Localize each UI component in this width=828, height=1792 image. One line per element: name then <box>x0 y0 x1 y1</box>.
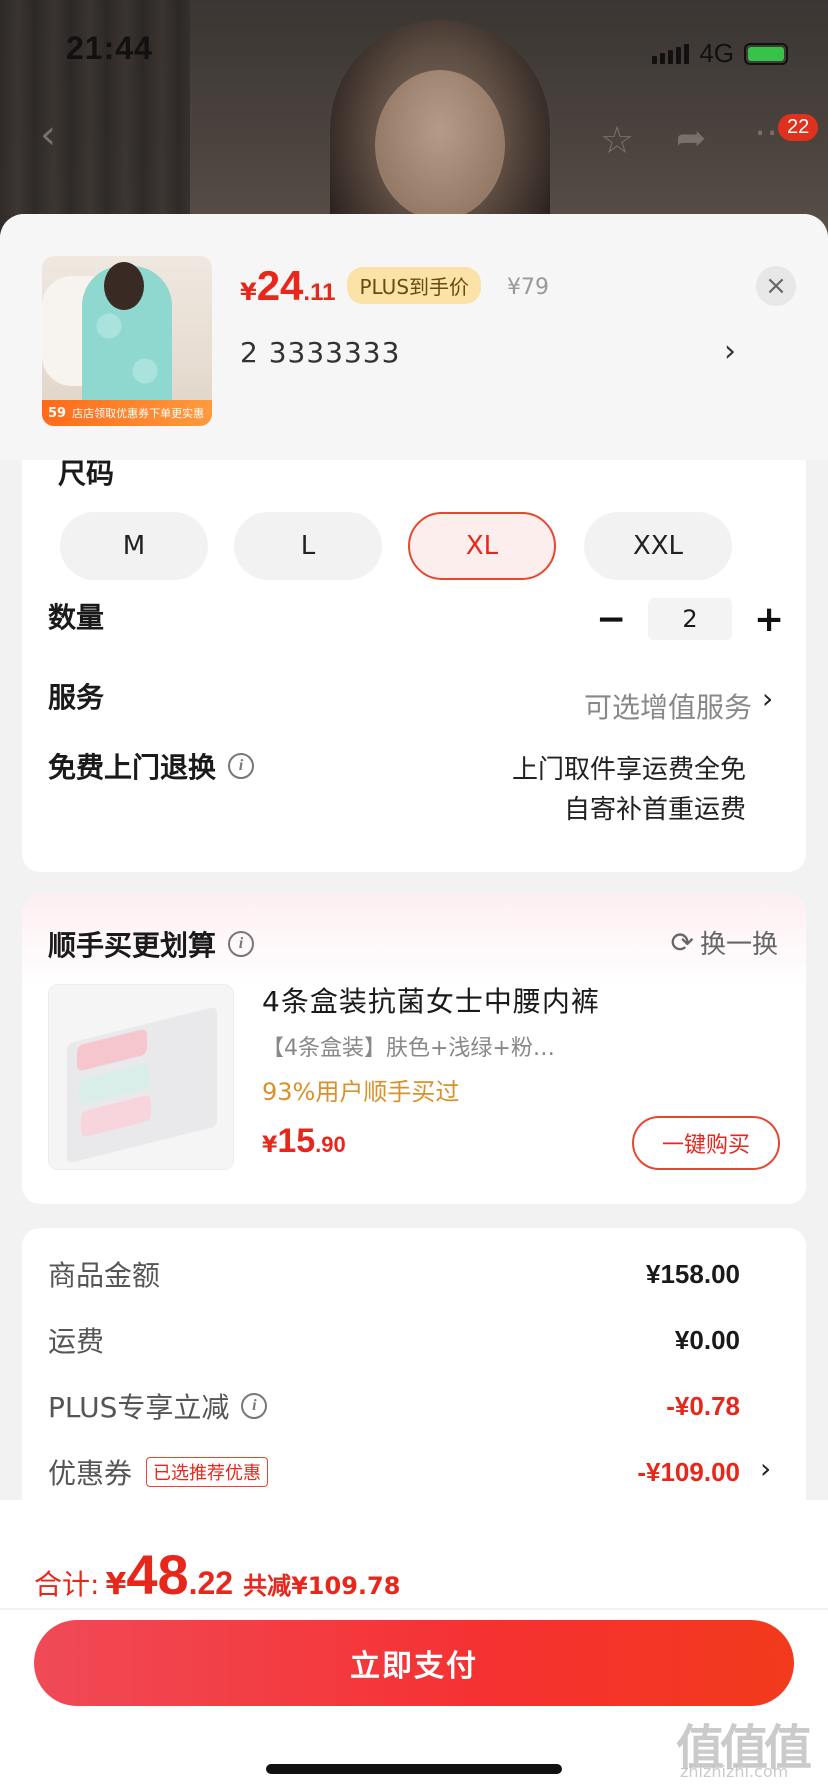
watermark-url: zhizhizhi.com <box>680 1762 789 1781</box>
quantity-stepper: − 2 + <box>596 598 784 640</box>
upsell-product-image[interactable] <box>48 984 234 1170</box>
quantity-minus-button[interactable]: − <box>596 599 626 640</box>
return-row-label: 免费上门退换 i <box>48 746 255 786</box>
service-chevron-icon[interactable]: › <box>762 682 773 715</box>
quantity-input[interactable]: 2 <box>648 598 732 640</box>
home-indicator[interactable] <box>266 1764 562 1774</box>
plus-price-tag: PLUS到手价 <box>347 267 482 304</box>
size-option-xl[interactable]: XL <box>408 512 556 580</box>
total-label: 合计: <box>34 1568 100 1601</box>
sheet-header: 59 店店领取优惠券下单更实惠 ¥ 24 .11 PLUS到手价 ¥79 2 33… <box>0 214 828 460</box>
quantity-plus-button[interactable]: + <box>754 599 784 640</box>
total-saved: 共减¥109.78 <box>243 1572 401 1600</box>
size-option-m[interactable]: M <box>60 512 208 580</box>
coupon-row[interactable]: 优惠券 已选推荐优惠 -¥109.00 <box>48 1452 740 1492</box>
selected-spec[interactable]: 2 3333333 <box>240 336 400 369</box>
size-option-xxl[interactable]: XXL <box>584 512 732 580</box>
battery-icon <box>744 42 788 65</box>
plus-discount-label-wrap: PLUS专享立减 i <box>48 1386 268 1426</box>
options-card: 尺码 M L XL XXL 数量 − 2 + 服务 可选增值服务 › 免费上门退… <box>22 457 806 872</box>
coupon-label-wrap: 优惠券 已选推荐优惠 <box>48 1452 269 1492</box>
divider <box>0 1608 828 1610</box>
refresh-icon: ⟳ <box>670 926 694 959</box>
shipping-label: 运费 <box>48 1325 105 1358</box>
return-label: 免费上门退换 <box>48 751 217 784</box>
status-indicators: 4G <box>652 38 788 69</box>
thumbnail-promo-strip: 59 店店领取优惠券下单更实惠 <box>42 400 212 426</box>
upsell-title: 顺手买更划算 <box>48 929 217 962</box>
upsell-product-desc: 【4条盒装】肤色+浅绿+粉… <box>262 1036 555 1061</box>
refresh-label: 换一换 <box>699 930 778 960</box>
pay-now-button[interactable]: 立即支付 <box>34 1620 794 1706</box>
goods-amount-value: ¥158.00 <box>646 1258 740 1289</box>
background-model-face <box>375 70 505 220</box>
plus-discount-value: -¥0.78 <box>666 1390 740 1421</box>
total-price: 合计: ¥ 48 .22 共减¥109.78 <box>34 1543 401 1606</box>
product-thumbnail[interactable]: 59 店店领取优惠券下单更实惠 <box>42 256 212 426</box>
product-price: ¥ 24 .11 PLUS到手价 ¥79 <box>240 262 550 309</box>
shipping-row: 运费 ¥0.00 <box>48 1320 740 1360</box>
return-policy-text: 上门取件享运费全免 自寄补首重运费 <box>512 750 746 830</box>
info-icon[interactable]: i <box>228 753 255 779</box>
upsell-price: ¥15.90 <box>262 1122 346 1160</box>
coupon-recommended-tag: 已选推荐优惠 <box>146 1457 269 1487</box>
close-button[interactable]: × <box>756 266 796 306</box>
coupon-label: 优惠券 <box>48 1457 133 1490</box>
upsell-bought-stat: 93%用户顺手买过 <box>262 1078 460 1106</box>
quantity-label: 数量 <box>48 601 105 634</box>
back-chevron-icon[interactable]: ‹ <box>40 112 56 158</box>
return-policy-line-1: 上门取件享运费全免 <box>511 755 746 785</box>
upsell-title-row: 顺手买更划算 i <box>48 924 255 964</box>
one-click-buy-button[interactable]: 一键购买 <box>632 1116 780 1170</box>
service-value[interactable]: 可选增值服务 <box>584 686 752 726</box>
return-policy-line-2: 自寄补首重运费 <box>563 795 746 825</box>
goods-amount-row: 商品金额 ¥158.00 <box>48 1254 740 1294</box>
share-icon[interactable]: ➦ <box>676 118 706 159</box>
plus-discount-label: PLUS专享立减 <box>48 1391 230 1424</box>
star-icon[interactable]: ☆ <box>600 118 634 162</box>
info-icon[interactable]: i <box>241 1393 268 1419</box>
refresh-button[interactable]: ⟳ 换一换 <box>671 924 778 961</box>
coupon-value: -¥109.00 <box>637 1456 740 1487</box>
message-count-badge: 22 <box>778 114 819 141</box>
sku-selection-sheet: 59 店店领取优惠券下单更实惠 ¥ 24 .11 PLUS到手价 ¥79 2 33… <box>0 214 828 1792</box>
status-time: 21:44 <box>66 30 153 66</box>
service-label: 服务 <box>48 681 105 714</box>
goods-amount-label: 商品金额 <box>48 1259 161 1292</box>
size-title: 尺码 <box>58 457 115 490</box>
checkout-bar: 合计: ¥ 48 .22 共减¥109.78 立即支付 值值值 zhizhizh… <box>0 1500 828 1792</box>
upsell-card: 顺手买更划算 i ⟳ 换一换 4条盒装抗菌女士中腰内裤 【4条盒装】肤色+浅绿+… <box>22 894 806 1204</box>
coupon-chevron-icon[interactable]: › <box>760 1452 771 1485</box>
network-type: 4G <box>699 38 734 68</box>
original-price: ¥79 <box>507 275 550 300</box>
chevron-right-icon[interactable]: › <box>724 334 736 369</box>
size-option-l[interactable]: L <box>234 512 382 580</box>
upsell-product-name[interactable]: 4条盒装抗菌女士中腰内裤 <box>262 980 600 1020</box>
shipping-value: ¥0.00 <box>674 1324 740 1355</box>
signal-icon <box>652 43 690 64</box>
info-icon[interactable]: i <box>228 931 255 957</box>
plus-discount-row: PLUS专享立减 i -¥0.78 <box>48 1386 740 1426</box>
